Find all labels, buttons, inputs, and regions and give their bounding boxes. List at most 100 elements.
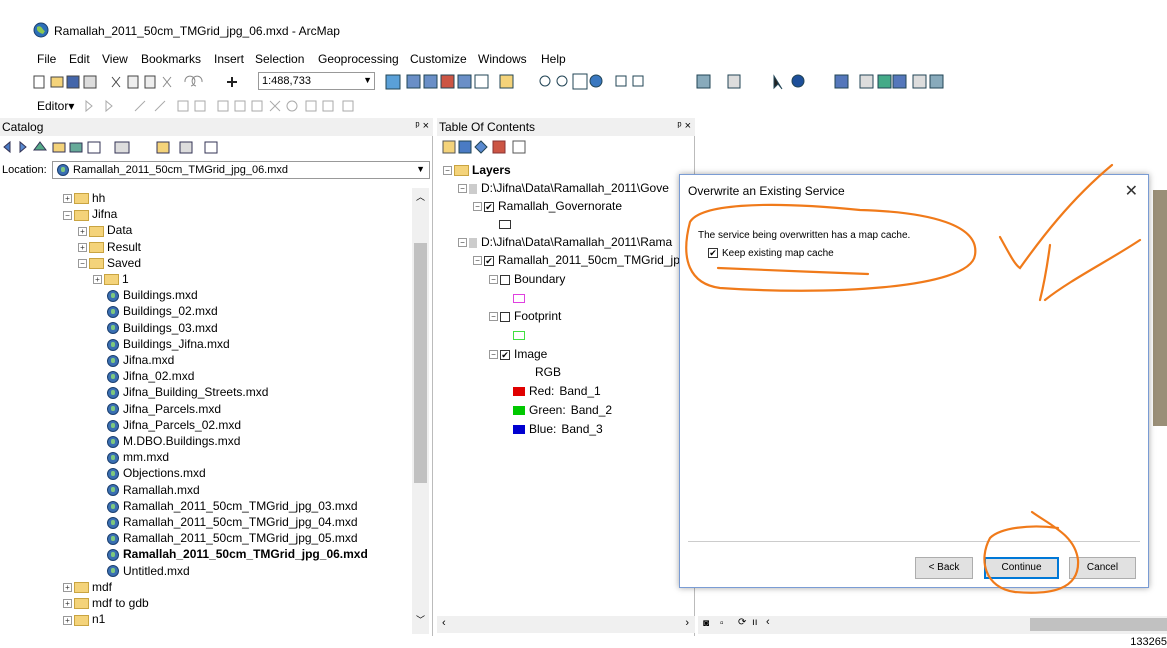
standard-toolbar-icons[interactable] bbox=[0, 70, 1167, 94]
toc-sublayer-image[interactable]: − ✔ Image bbox=[489, 346, 547, 362]
window-title: Ramallah_2011_50cm_TMGrid_jpg_06.mxd - A… bbox=[54, 24, 340, 38]
menu-windows[interactable]: Windows bbox=[478, 52, 527, 66]
refresh-icon[interactable]: ⟳ bbox=[738, 617, 746, 628]
collapse-icon[interactable]: − bbox=[489, 312, 498, 322]
collapse-icon[interactable]: − bbox=[473, 202, 482, 212]
menu-bookmarks[interactable]: Bookmarks bbox=[141, 52, 201, 66]
catalog-map-item[interactable]: Ramallah_2011_50cm_TMGrid_jpg_04.mxd bbox=[107, 514, 358, 530]
catalog-folder-item[interactable]: + n1 bbox=[63, 611, 105, 627]
catalog-folder-item[interactable]: + mdf bbox=[63, 579, 112, 595]
collapse-icon[interactable]: − bbox=[458, 238, 467, 248]
expand-icon[interactable]: + bbox=[63, 615, 72, 625]
editor-tools-icons[interactable] bbox=[80, 96, 380, 116]
catalog-vertical-scrollbar[interactable]: ︿ ﹀ bbox=[412, 188, 429, 634]
menu-customize[interactable]: Customize bbox=[410, 52, 467, 66]
catalog-map-item[interactable]: Jifna_Parcels.mxd bbox=[107, 401, 221, 417]
catalog-folder-item[interactable]: − Jifna bbox=[63, 206, 117, 222]
catalog-toolbar-icons[interactable] bbox=[0, 138, 433, 156]
map-scale-dropdown[interactable]: 1:488,733 ▼ bbox=[258, 72, 375, 90]
scroll-right-icon[interactable]: › bbox=[685, 617, 689, 629]
keep-cache-option[interactable]: ✔ Keep existing map cache bbox=[708, 248, 834, 259]
catalog-folder-item[interactable]: + hh bbox=[63, 190, 105, 206]
catalog-map-item[interactable]: Buildings_Jifna.mxd bbox=[107, 336, 230, 352]
catalog-map-item[interactable]: Ramallah_2011_50cm_TMGrid_jpg_06.mxd bbox=[107, 546, 368, 562]
expand-icon[interactable]: + bbox=[78, 226, 87, 236]
catalog-map-item[interactable]: Jifna_Parcels_02.mxd bbox=[107, 417, 241, 433]
catalog-folder-item[interactable]: − Saved bbox=[78, 255, 141, 271]
catalog-map-item[interactable]: Buildings_02.mxd bbox=[107, 303, 218, 319]
catalog-map-item[interactable]: Ramallah_2011_50cm_TMGrid_jpg_03.mxd bbox=[107, 498, 358, 514]
menu-geoprocessing[interactable]: Geoprocessing bbox=[318, 52, 399, 66]
toc-sublayer-boundary[interactable]: − Boundary bbox=[489, 271, 565, 287]
pin-close-icon[interactable]: ᵖ × bbox=[677, 120, 691, 132]
menu-edit[interactable]: Edit bbox=[69, 52, 90, 66]
catalog-map-item[interactable]: Jifna.mxd bbox=[107, 352, 174, 368]
collapse-icon[interactable]: − bbox=[443, 166, 452, 176]
pause-icon[interactable]: ıı bbox=[752, 617, 758, 628]
catalog-item-label: Untitled.mxd bbox=[123, 563, 190, 578]
map-scroll-thumb[interactable] bbox=[1030, 618, 1167, 631]
layers-dataframe[interactable]: − Layers bbox=[443, 162, 511, 178]
layout-view-icon[interactable]: ▫ bbox=[720, 618, 724, 629]
scroll-down-icon[interactable]: ﹀ bbox=[416, 613, 425, 626]
scroll-up-icon[interactable]: ︿ bbox=[416, 190, 425, 203]
toc-layer-governorate[interactable]: − ✔ Ramallah_Governorate bbox=[473, 198, 622, 214]
layer-visibility-checkbox[interactable] bbox=[500, 311, 510, 322]
expand-icon[interactable]: + bbox=[63, 583, 72, 593]
catalog-map-item[interactable]: Jifna_Building_Streets.mxd bbox=[107, 384, 268, 400]
expand-icon[interactable]: + bbox=[93, 275, 102, 285]
catalog-map-item[interactable]: Ramallah_2011_50cm_TMGrid_jpg_05.mxd bbox=[107, 530, 358, 546]
toc-group-ramallah[interactable]: − D:\Jifna\Data\Ramallah_2011\Rama bbox=[458, 234, 672, 250]
layer-visibility-checkbox[interactable] bbox=[500, 274, 510, 285]
close-icon[interactable]: ✕ bbox=[1125, 181, 1138, 201]
collapse-icon[interactable]: − bbox=[458, 184, 467, 194]
catalog-map-item[interactable]: Buildings_03.mxd bbox=[107, 320, 218, 336]
catalog-map-item[interactable]: Ramallah.mxd bbox=[107, 482, 200, 498]
data-view-icon[interactable]: ◙ bbox=[703, 618, 709, 629]
catalog-map-item[interactable]: mm.mxd bbox=[107, 449, 169, 465]
toc-horizontal-scrollbar[interactable]: ‹ › bbox=[437, 616, 695, 633]
catalog-map-item[interactable]: Buildings.mxd bbox=[107, 287, 198, 303]
toc-sublayer-footprint[interactable]: − Footprint bbox=[489, 308, 561, 324]
collapse-icon[interactable]: − bbox=[473, 256, 482, 266]
layer-visibility-checkbox[interactable]: ✔ bbox=[484, 255, 494, 266]
cancel-button[interactable]: Cancel bbox=[1069, 557, 1136, 579]
collapse-icon[interactable]: − bbox=[63, 210, 72, 220]
editor-menu-button[interactable]: Editor▾ bbox=[37, 99, 74, 113]
scroll-left-icon[interactable]: ‹ bbox=[766, 616, 770, 628]
toc-view-icons[interactable] bbox=[441, 138, 551, 156]
scroll-left-icon[interactable]: ‹ bbox=[442, 617, 446, 629]
pin-close-icon[interactable]: ᵖ × bbox=[415, 120, 429, 132]
menu-selection[interactable]: Selection bbox=[255, 52, 304, 66]
toc-layer-mosaic[interactable]: − ✔ Ramallah_2011_50cm_TMGrid_jp bbox=[473, 252, 680, 268]
location-combobox[interactable]: Ramallah_2011_50cm_TMGrid_jpg_06.mxd ▼ bbox=[52, 161, 430, 179]
menu-view[interactable]: View bbox=[102, 52, 128, 66]
catalog-map-item[interactable]: Untitled.mxd bbox=[107, 563, 190, 579]
toc-group-governorate[interactable]: − D:\Jifna\Data\Ramallah_2011\Gove bbox=[458, 180, 669, 196]
database-icon bbox=[469, 237, 477, 248]
layer-visibility-checkbox[interactable]: ✔ bbox=[500, 349, 510, 360]
scrollbar-thumb[interactable] bbox=[414, 243, 427, 483]
expand-icon[interactable]: + bbox=[78, 242, 87, 252]
catalog-map-item[interactable]: Objections.mxd bbox=[107, 465, 206, 481]
catalog-item-label: Buildings_03.mxd bbox=[123, 320, 218, 335]
menu-file[interactable]: File bbox=[37, 52, 56, 66]
catalog-map-item[interactable]: M.DBO.Buildings.mxd bbox=[107, 433, 240, 449]
back-button[interactable]: < Back bbox=[915, 557, 973, 579]
collapse-icon[interactable]: − bbox=[489, 350, 498, 360]
menu-help[interactable]: Help bbox=[541, 52, 566, 66]
catalog-folder-item[interactable]: + Data bbox=[78, 222, 132, 238]
footprint-symbol bbox=[513, 327, 529, 343]
expand-icon[interactable]: + bbox=[63, 194, 72, 204]
expand-icon[interactable]: + bbox=[63, 599, 72, 609]
catalog-folder-item[interactable]: + mdf to gdb bbox=[63, 595, 149, 611]
menu-insert[interactable]: Insert bbox=[214, 52, 244, 66]
collapse-icon[interactable]: − bbox=[78, 259, 87, 269]
collapse-icon[interactable]: − bbox=[489, 275, 498, 285]
catalog-folder-item[interactable]: + Result bbox=[78, 239, 141, 255]
layer-visibility-checkbox[interactable]: ✔ bbox=[484, 201, 494, 212]
continue-button[interactable]: Continue bbox=[984, 557, 1059, 579]
catalog-folder-item[interactable]: +1 bbox=[93, 271, 129, 287]
catalog-map-item[interactable]: Jifna_02.mxd bbox=[107, 368, 194, 384]
keep-cache-checkbox[interactable]: ✔ bbox=[708, 248, 718, 259]
